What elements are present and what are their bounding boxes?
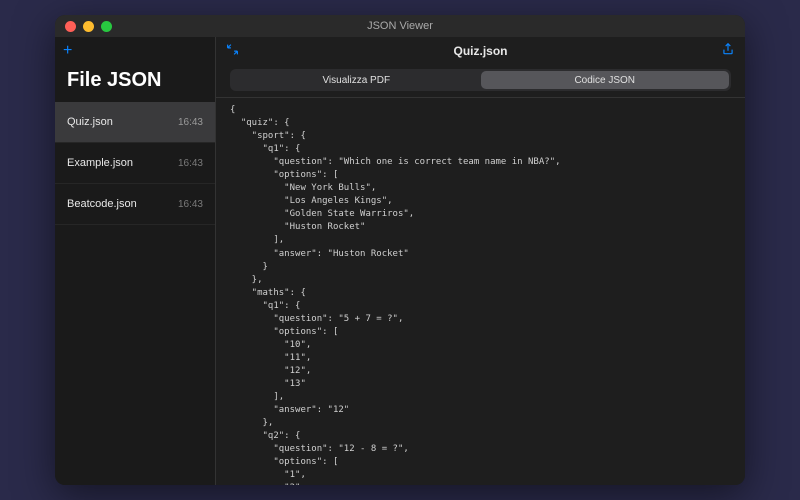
- view-mode-segmented: Visualizza PDF Codice JSON: [230, 69, 731, 91]
- minimize-window-button[interactable]: [83, 21, 94, 32]
- code-scroll-area[interactable]: { "quiz": { "sport": { "q1": { "question…: [216, 97, 745, 485]
- file-name: Quiz.json: [67, 116, 113, 128]
- sidebar-toolbar: +: [55, 37, 215, 65]
- json-code: { "quiz": { "sport": { "q1": { "question…: [230, 104, 731, 485]
- file-time: 16:43: [178, 199, 203, 210]
- titlebar: JSON Viewer: [55, 15, 745, 37]
- main-toolbar: Quiz.json: [216, 37, 745, 65]
- close-window-button[interactable]: [65, 21, 76, 32]
- file-item-beatcode[interactable]: Beatcode.json 16:43: [55, 184, 215, 225]
- segmented-control-wrap: Visualizza PDF Codice JSON: [216, 65, 745, 97]
- sidebar-title: File JSON: [55, 65, 215, 102]
- app-window: JSON Viewer + File JSON Quiz.json 16:43 …: [55, 15, 745, 485]
- file-item-example[interactable]: Example.json 16:43: [55, 143, 215, 184]
- maximize-window-button[interactable]: [101, 21, 112, 32]
- file-list: Quiz.json 16:43 Example.json 16:43 Beatc…: [55, 102, 215, 485]
- window-body: + File JSON Quiz.json 16:43 Example.json…: [55, 37, 745, 485]
- file-time: 16:43: [178, 117, 203, 128]
- tab-codice-json[interactable]: Codice JSON: [481, 71, 730, 89]
- file-time: 16:43: [178, 158, 203, 169]
- window-title: JSON Viewer: [55, 20, 745, 32]
- collapse-icon[interactable]: [226, 43, 239, 59]
- main-title: Quiz.json: [216, 44, 745, 58]
- share-button[interactable]: [721, 42, 735, 61]
- tab-visualizza-pdf[interactable]: Visualizza PDF: [232, 71, 481, 89]
- file-item-quiz[interactable]: Quiz.json 16:43: [55, 102, 215, 143]
- file-name: Example.json: [67, 157, 133, 169]
- file-name: Beatcode.json: [67, 198, 137, 210]
- add-file-button[interactable]: +: [63, 42, 72, 60]
- main-panel: Quiz.json Visualizza PDF Codice JSON { "…: [215, 37, 745, 485]
- sidebar: + File JSON Quiz.json 16:43 Example.json…: [55, 37, 215, 485]
- traffic-lights: [55, 21, 112, 32]
